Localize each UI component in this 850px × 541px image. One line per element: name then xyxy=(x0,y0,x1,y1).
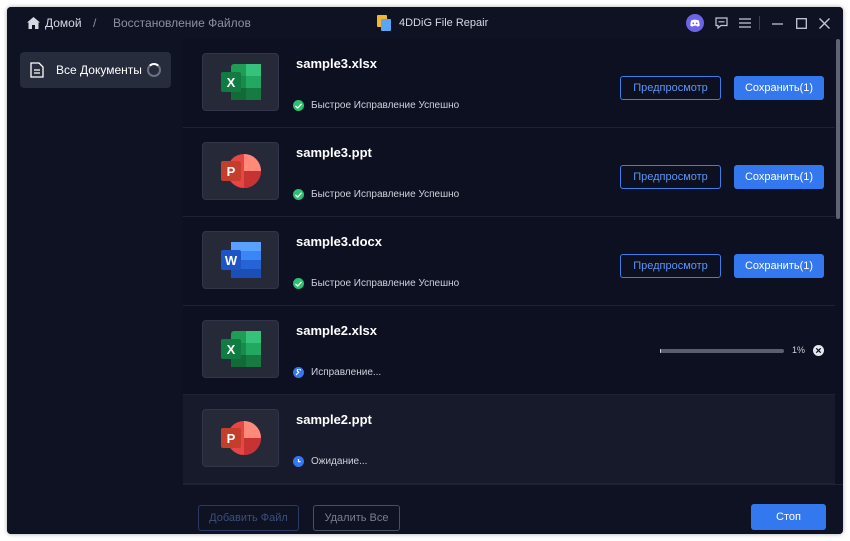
home-icon xyxy=(27,17,40,29)
app-title-label: 4DDiG File Repair xyxy=(399,17,489,29)
sidebar-item-label: Все Документы xyxy=(56,63,142,77)
repair-progress-percent: 1% xyxy=(792,345,806,355)
breadcrumb-separator: / xyxy=(93,16,97,30)
file-row: P sample3.ppt Быстрое Исправление Успешн… xyxy=(183,128,835,217)
file-status: Ожидание... xyxy=(293,456,367,467)
minimize-icon xyxy=(771,22,783,25)
feedback-button[interactable] xyxy=(712,14,730,32)
breadcrumb-home[interactable]: Домой xyxy=(27,15,82,31)
file-status: Быстрое Исправление Успешно xyxy=(293,189,459,200)
menu-button[interactable] xyxy=(736,14,754,32)
app-title: 4DDiG File Repair xyxy=(377,14,488,32)
wrench-icon xyxy=(293,367,304,378)
file-name: sample3.docx xyxy=(296,234,382,249)
list-scrollbar[interactable] xyxy=(836,39,840,219)
file-name: sample3.xlsx xyxy=(296,56,377,71)
file-name: sample3.ppt xyxy=(296,145,372,160)
svg-text:X: X xyxy=(227,75,236,90)
add-file-button[interactable]: Добавить Файл xyxy=(198,505,299,531)
file-status-label: Исправление... xyxy=(311,367,382,378)
file-thumbnail: X xyxy=(202,320,279,378)
maximize-button[interactable] xyxy=(792,14,810,32)
file-status: Исправление... xyxy=(293,367,381,378)
sidebar-item-all-documents[interactable]: Все Документы xyxy=(20,52,171,88)
svg-text:P: P xyxy=(227,164,236,179)
repair-progress-bar xyxy=(660,349,784,353)
app-window: Домой / Восстановление Файлов 4DDiG File… xyxy=(7,7,843,534)
file-status-label: Быстрое Исправление Успешно xyxy=(311,100,460,111)
file-status: Быстрое Исправление Успешно xyxy=(293,278,459,289)
excel-icon: X xyxy=(221,331,261,367)
excel-icon: X xyxy=(221,64,261,100)
save-button[interactable]: Сохранить(1) xyxy=(734,254,824,278)
file-name: sample2.ppt xyxy=(296,412,372,427)
sidebar: Все Документы xyxy=(7,39,183,534)
document-icon xyxy=(30,62,44,78)
powerpoint-icon: P xyxy=(221,421,261,455)
close-button[interactable] xyxy=(815,14,833,32)
file-thumbnail: P xyxy=(202,409,279,467)
breadcrumb-current: Восстановление Файлов xyxy=(113,16,251,30)
file-status-label: Быстрое Исправление Успешно xyxy=(311,189,460,200)
app-logo-icon xyxy=(377,15,391,31)
clock-icon xyxy=(293,456,304,467)
success-check-icon xyxy=(293,278,304,289)
success-check-icon xyxy=(293,100,304,111)
success-check-icon xyxy=(293,189,304,200)
loading-spinner-icon xyxy=(147,63,161,77)
svg-text:X: X xyxy=(227,342,236,357)
file-thumbnail: X xyxy=(202,53,279,111)
svg-text:P: P xyxy=(227,431,236,446)
maximize-icon xyxy=(795,17,807,29)
stop-button[interactable]: Стоп xyxy=(751,504,826,530)
save-button[interactable]: Сохранить(1) xyxy=(734,165,824,189)
file-row: X sample3.xlsx Быстрое Исправление Успеш… xyxy=(183,39,835,128)
powerpoint-icon: P xyxy=(221,154,261,188)
feedback-icon xyxy=(714,17,728,29)
file-status: Быстрое Исправление Успешно xyxy=(293,100,459,111)
discord-icon xyxy=(686,14,704,32)
file-status-label: Быстрое Исправление Успешно xyxy=(311,278,460,289)
discord-button[interactable] xyxy=(686,14,704,32)
title-bar: Домой / Восстановление Файлов 4DDiG File… xyxy=(7,7,843,39)
delete-all-button[interactable]: Удалить Все xyxy=(313,505,400,531)
breadcrumb-home-label: Домой xyxy=(45,16,82,30)
cancel-repair-button[interactable] xyxy=(813,345,824,356)
file-row: X sample2.xlsx Исправление... 1% xyxy=(183,306,835,395)
file-row: P sample2.ppt Ожидание... xyxy=(183,395,835,484)
preview-button[interactable]: Предпросмотр xyxy=(620,76,721,100)
preview-button[interactable]: Предпросмотр xyxy=(620,254,721,278)
menu-icon xyxy=(739,18,751,28)
repair-progress-fill xyxy=(660,349,662,353)
preview-button[interactable]: Предпросмотр xyxy=(620,165,721,189)
file-thumbnail: W xyxy=(202,231,279,289)
save-button[interactable]: Сохранить(1) xyxy=(734,76,824,100)
file-list: X sample3.xlsx Быстрое Исправление Успеш… xyxy=(183,39,843,484)
file-row: W sample3.docx Быстрое Исправление Успеш… xyxy=(183,217,835,306)
svg-text:W: W xyxy=(225,253,238,268)
footer-bar: Добавить Файл Удалить Все Стоп xyxy=(183,484,843,534)
file-thumbnail: P xyxy=(202,142,279,200)
file-name: sample2.xlsx xyxy=(296,323,377,338)
close-icon xyxy=(816,348,821,353)
close-icon xyxy=(818,17,830,29)
file-status-label: Ожидание... xyxy=(311,456,368,467)
word-icon: W xyxy=(221,242,261,278)
title-divider xyxy=(759,16,760,30)
minimize-button[interactable] xyxy=(768,14,786,32)
